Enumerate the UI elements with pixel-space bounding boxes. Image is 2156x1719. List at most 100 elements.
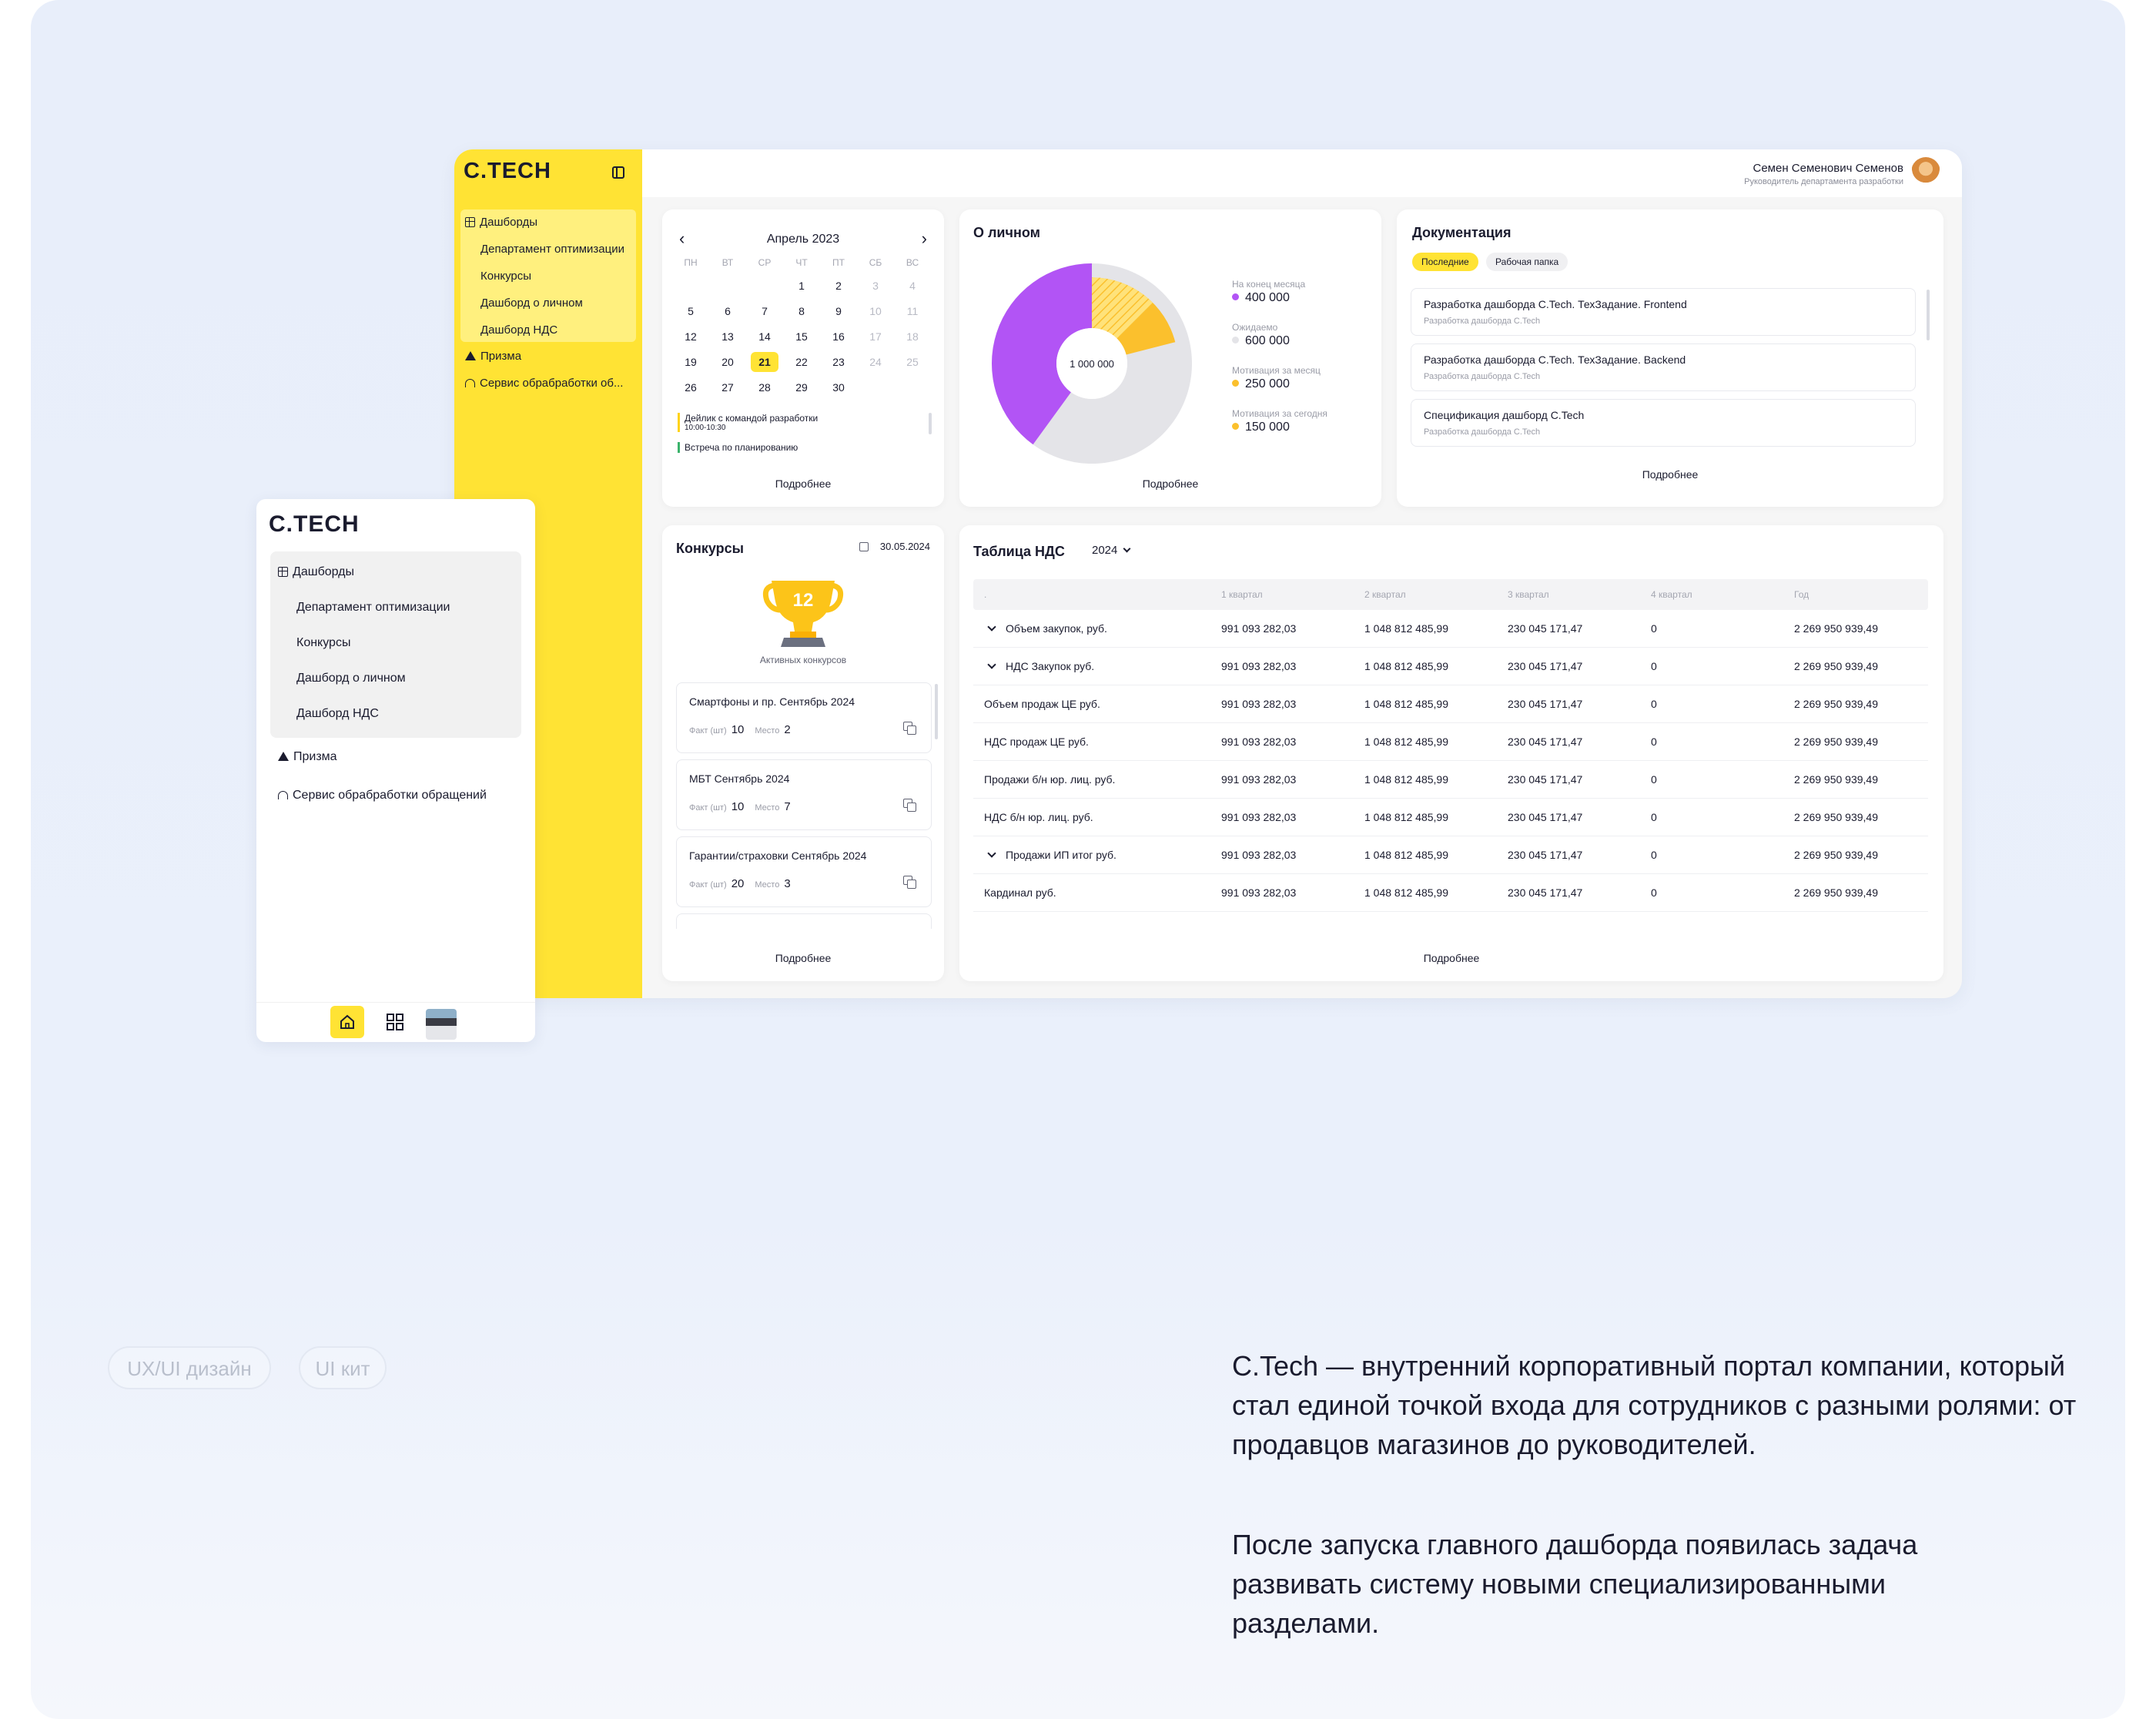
- docs-scrollbar[interactable]: [1927, 290, 1930, 340]
- sidebar-item-contests[interactable]: Конкурсы: [480, 270, 531, 283]
- tab-recent[interactable]: Последние: [1412, 253, 1478, 271]
- copy-icon[interactable]: [903, 799, 916, 812]
- calendar-event[interactable]: Встреча по планированию: [678, 442, 939, 453]
- calendar-more-link[interactable]: Подробнее: [662, 478, 944, 490]
- copy-icon[interactable]: [903, 722, 916, 735]
- home-button[interactable]: [330, 1006, 364, 1038]
- calendar-day[interactable]: 9: [825, 301, 852, 321]
- calendar-day[interactable]: 4: [899, 276, 926, 296]
- table-cell: 991 093 282,03: [1221, 736, 1297, 748]
- calendar-month: Апрель 2023: [766, 233, 840, 246]
- mobile-item-prism[interactable]: Призма: [278, 750, 337, 764]
- tab-work-folder[interactable]: Рабочая папка: [1486, 253, 1568, 271]
- calendar-day[interactable]: 5: [677, 301, 705, 321]
- personal-more-link[interactable]: Подробнее: [959, 478, 1381, 490]
- chevron-down-icon[interactable]: [987, 622, 996, 632]
- mobile-item-dashboards[interactable]: Дашборды: [278, 565, 354, 579]
- doc-title: Спецификация дашборд C.Tech: [1424, 409, 1585, 421]
- calendar-day[interactable]: 16: [825, 327, 852, 347]
- calendar-day[interactable]: 1: [788, 276, 815, 296]
- chevron-down-icon[interactable]: [987, 660, 996, 669]
- profile-avatar[interactable]: [426, 1009, 457, 1040]
- calendar-day[interactable]: 15: [788, 327, 815, 347]
- doc-item[interactable]: Разработка дашборда C.Tech. ТехЗадание. …: [1411, 288, 1916, 336]
- sidebar-item-prism[interactable]: Призма: [465, 350, 521, 363]
- calendar-day[interactable]: 7: [751, 301, 778, 321]
- chevron-down-icon[interactable]: [987, 849, 996, 858]
- calendar-day[interactable]: 20: [714, 352, 742, 372]
- calendar-day[interactable]: 18: [899, 327, 926, 347]
- mobile-item-vat[interactable]: Дашборд НДС: [296, 707, 379, 721]
- table-cell: 0: [1651, 622, 1657, 635]
- calendar-day[interactable]: 14: [751, 327, 778, 347]
- table-row[interactable]: Продажи ИП итог руб. 991 093 282,03 1 048 …: [973, 836, 1928, 874]
- calendar-day[interactable]: 21: [751, 352, 778, 372]
- legend-label: Мотивация за сегодня: [1232, 408, 1327, 419]
- table-cell: 1 048 812 485,99: [1364, 886, 1448, 899]
- doc-item[interactable]: Разработка дашборда C.Tech. ТехЗадание. …: [1411, 343, 1916, 391]
- vat-more-link[interactable]: Подробнее: [959, 952, 1943, 964]
- contests-more-link[interactable]: Подробнее: [662, 952, 944, 964]
- sidebar-item-service[interactable]: Сервис обрабработки об...: [465, 377, 623, 390]
- copy-icon[interactable]: [903, 876, 916, 889]
- calendar-day[interactable]: 28: [751, 377, 778, 397]
- contests-scrollbar[interactable]: [935, 684, 938, 739]
- calendar-day[interactable]: 17: [862, 327, 889, 347]
- contest-item[interactable]: Гарантии/страховки Сентябрь 2024 Факт (ш…: [676, 836, 932, 907]
- table-cell: 2 269 950 939,49: [1794, 660, 1878, 672]
- column-header: 3 квартал: [1508, 589, 1549, 600]
- mobile-bottom-nav: [256, 1002, 535, 1042]
- mobile-item-optimization[interactable]: Департамент оптимизации: [296, 601, 450, 615]
- sidebar-item-optimization[interactable]: Департамент оптимизации: [480, 243, 624, 256]
- apps-grid-icon[interactable]: [386, 1013, 404, 1031]
- mobile-item-contests[interactable]: Конкурсы: [296, 636, 350, 650]
- calendar-day[interactable]: 22: [788, 352, 815, 372]
- mobile-item-personal[interactable]: Дашборд о личном: [296, 672, 406, 685]
- calendar-day[interactable]: 11: [899, 301, 926, 321]
- calendar-day[interactable]: 2: [825, 276, 852, 296]
- calendar-day[interactable]: 13: [714, 327, 742, 347]
- sidebar-item-label: Дашборды: [480, 216, 537, 229]
- calendar-day[interactable]: 27: [714, 377, 742, 397]
- events-scrollbar[interactable]: [929, 413, 932, 434]
- table-row[interactable]: НДС Закупок руб. 991 093 282,03 1 048 812 …: [973, 648, 1928, 685]
- table-row[interactable]: Объем закупок, руб. 991 093 282,03 1 048 8…: [973, 610, 1928, 648]
- year-select[interactable]: 2024: [1092, 544, 1130, 557]
- table-cell: 991 093 282,03: [1221, 849, 1297, 861]
- contest-item-partial[interactable]: [676, 913, 932, 929]
- chevron-right-icon[interactable]: ›: [922, 230, 927, 247]
- collapse-sidebar-icon[interactable]: [612, 166, 624, 179]
- legend-value: 600 000: [1232, 334, 1290, 348]
- calendar-day[interactable]: 3: [862, 276, 889, 296]
- mobile-item-label: Сервис обрабработки обращений: [293, 789, 487, 802]
- docs-more-link[interactable]: Подробнее: [1397, 468, 1943, 481]
- contest-item[interactable]: Смартфоны и пр. Сентябрь 2024 Факт (шт) 1…: [676, 682, 932, 753]
- calendar-event[interactable]: Дейлик с командой разработки 10:00-10:30: [678, 413, 939, 432]
- calendar-day[interactable]: 6: [714, 301, 742, 321]
- legend-label: На конец месяца: [1232, 279, 1306, 290]
- mobile-item-service[interactable]: Сервис обрабработки обращений: [278, 789, 487, 803]
- table-row: НДС продаж ЦЕ руб. 991 093 282,03 1 048 81…: [973, 723, 1928, 761]
- event-time: 10:00-10:30: [685, 424, 726, 432]
- calendar-day[interactable]: 19: [677, 352, 705, 372]
- sidebar-item-vat[interactable]: Дашборд НДС: [480, 323, 557, 337]
- calendar-day[interactable]: 29: [788, 377, 815, 397]
- sidebar-item-personal[interactable]: Дашборд о личном: [480, 297, 583, 310]
- calendar-day[interactable]: 23: [825, 352, 852, 372]
- column-header: 2 квартал: [1364, 589, 1406, 600]
- sidebar-item-dashboards[interactable]: Дашборды: [465, 216, 537, 229]
- docs-card: Документация Последние Рабочая папка Раз…: [1397, 209, 1943, 507]
- contests-date[interactable]: 30.05.2024: [880, 541, 930, 552]
- calendar-day[interactable]: 24: [862, 352, 889, 372]
- contest-meta: Факт (шт) 20 Место 3: [689, 877, 802, 890]
- avatar[interactable]: [1911, 157, 1940, 186]
- calendar-day[interactable]: 12: [677, 327, 705, 347]
- calendar-day[interactable]: 30: [825, 377, 852, 397]
- doc-item[interactable]: Спецификация дашборд C.Tech Разработка д…: [1411, 399, 1916, 447]
- contest-title: Смартфоны и пр. Сентябрь 2024: [689, 695, 855, 708]
- calendar-day[interactable]: 25: [899, 352, 926, 372]
- calendar-day[interactable]: 8: [788, 301, 815, 321]
- calendar-day[interactable]: 26: [677, 377, 705, 397]
- contest-item[interactable]: МБТ Сентябрь 2024 Факт (шт) 10 Место 7: [676, 759, 932, 830]
- calendar-day[interactable]: 10: [862, 301, 889, 321]
